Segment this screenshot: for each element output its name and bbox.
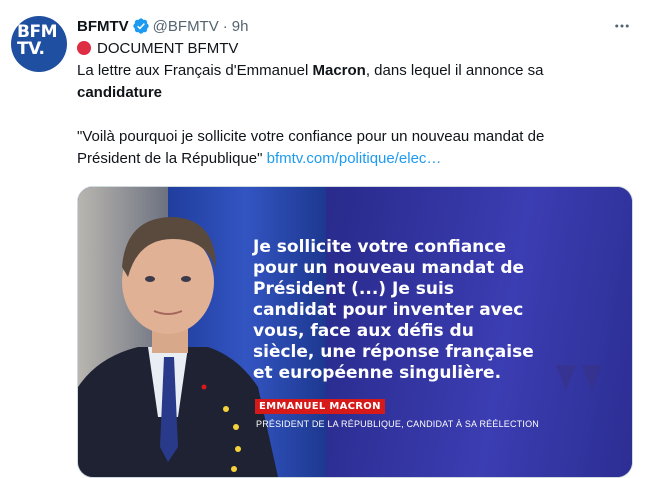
quote-text: Je sollicite votre confiance pour un nou… (253, 237, 553, 384)
tweet-image[interactable]: Je sollicite votre confiance pour un nou… (77, 186, 633, 478)
tweet-line-3: candidature (77, 84, 163, 101)
red-circle-icon (77, 41, 91, 55)
timestamp[interactable]: 9h (232, 18, 249, 35)
more-options-button[interactable] (612, 16, 632, 36)
quote-line: candidat pour inventer avec (253, 300, 524, 320)
tweet-line-4: "Voilà pourquoi je sollicite votre confi… (77, 128, 545, 145)
verified-badge-icon (132, 18, 149, 34)
tweet-line-5: Président de la République" bfmtv.com/po… (77, 148, 637, 170)
more-horizontal-icon (615, 24, 629, 28)
speaker-caption: PRÉSIDENT DE LA RÉPUBLIQUE, CANDIDAT À S… (256, 419, 539, 429)
tweet-line-1: DOCUMENT BFMTV (77, 38, 637, 60)
quote-line: siècle, une réponse française (253, 342, 534, 362)
quote-line: et européenne singulière. (253, 363, 502, 383)
display-name[interactable]: BFMTV (77, 18, 129, 35)
tweet-line-2: La lettre aux Français d'Emmanuel Macron… (77, 60, 637, 82)
quote-line: Je sollicite votre confiance (253, 237, 506, 257)
bfmtv-logo: BFM TV. (17, 24, 61, 64)
tweet-line-2-post: , dans lequel il annonce sa (365, 62, 544, 79)
article-link[interactable]: bfmtv.com/politique/elec… (267, 150, 442, 167)
speaker-name-tag: EMMANUEL MACRON (255, 399, 385, 414)
quote-line: pour un nouveau mandat de (253, 258, 525, 278)
avatar[interactable]: BFM TV. (11, 16, 67, 72)
document-label: DOCUMENT BFMTV (97, 40, 239, 57)
handle[interactable]: @BFMTV (153, 18, 219, 35)
quote-line: Président (...) Je suis (253, 279, 454, 299)
separator-dot: · (222, 17, 228, 35)
tweet-line-2-pre: La lettre aux Français d'Emmanuel (77, 62, 313, 79)
tweet-text: DOCUMENT BFMTV La lettre aux Français d'… (77, 38, 637, 170)
avatar-text-bottom: TV. (17, 39, 45, 59)
tweet-header: BFMTV @BFMTV · 9h (77, 16, 248, 36)
quote-line: vous, face aux défis du (253, 321, 474, 341)
tweet-line-2-bold: Macron (312, 62, 366, 79)
tweet-line-5-pre: Président de la République" (77, 150, 267, 167)
